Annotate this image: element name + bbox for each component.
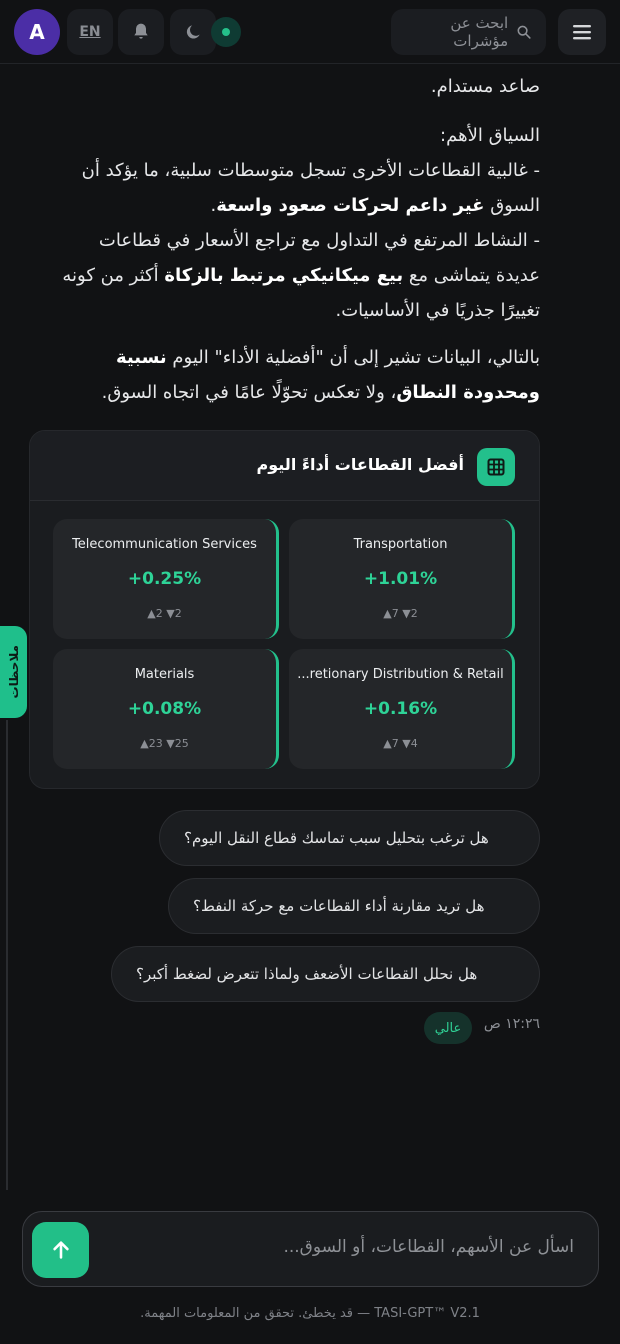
arrow-up-icon (52, 1241, 69, 1259)
sector-tile[interactable]: Transportation +1.01% ▲7 ▼2 (289, 519, 515, 639)
feedback-label: ملاحظات (6, 645, 21, 699)
send-button[interactable] (32, 1222, 89, 1278)
sector-advance-decline: ▲2 ▼2 (147, 607, 182, 620)
composer-placeholder: اسأل عن الأسهم، القطاعات، أو السوق... (283, 1237, 574, 1257)
confidence-badge: عالي (424, 1012, 472, 1044)
top-sectors-card: أفضل القطاعات أداءً اليوم Transportation… (29, 430, 540, 789)
footer-disclaimer: TASI-GPT™ V2.1 — قد يخطئ. تحقق من المعلو… (140, 1306, 480, 1321)
search-icon (517, 25, 531, 39)
sector-advance-decline: ▲7 ▼2 (383, 607, 418, 620)
table-icon (477, 448, 515, 486)
chat-composer[interactable]: اسأل عن الأسهم، القطاعات، أو السوق... (22, 1211, 599, 1287)
sector-name: Materials (134, 667, 195, 682)
message-timestamp: ١٢:٢٦ ص (483, 1016, 540, 1032)
notifications-button[interactable] (118, 9, 164, 55)
suggestion-chip[interactable]: هل ترغب بتحليل سبب تماسك قطاع النقل اليو… (159, 810, 540, 866)
search-input[interactable]: ابحث عن مؤشرات (391, 9, 546, 55)
sector-tile[interactable]: ...retionary Distribution & Retail +0.16… (289, 649, 515, 769)
menu-button[interactable] (558, 9, 606, 55)
card-header: أفضل القطاعات أداءً اليوم (30, 431, 539, 501)
sector-advance-decline: ▲23 ▼25 (140, 737, 189, 750)
suggestion-chip[interactable]: هل نحلل القطاعات الأضعف ولماذا تتعرض لضغ… (111, 946, 540, 1002)
sector-tile[interactable]: Telecommunication Services +0.25% ▲2 ▼2 (53, 519, 279, 639)
sector-advance-decline: ▲7 ▼4 (383, 737, 418, 750)
suggestion-chip[interactable]: هل تريد مقارنة أداء القطاعات مع حركة الن… (168, 878, 540, 934)
card-title: أفضل القطاعات أداءً اليوم (256, 455, 464, 474)
scroll-track (6, 720, 8, 1190)
search-placeholder: ابحث عن مؤشرات (450, 14, 509, 50)
sector-change: +0.08% (127, 699, 202, 719)
sector-change: +0.25% (127, 569, 202, 589)
sector-change: +0.16% (363, 699, 438, 719)
sector-name: ...retionary Distribution & Retail (297, 667, 504, 682)
live-status-indicator (211, 17, 241, 47)
message-line-1: صاعد مستدام. (430, 76, 540, 97)
menu-icon (573, 25, 591, 40)
moon-icon (186, 25, 200, 39)
conclusion-paragraph: بالتالي، البيانات تشير إلى أن "أفضلية ال… (101, 347, 540, 403)
sector-tile[interactable]: Materials +0.08% ▲23 ▼25 (53, 649, 279, 769)
bell-icon (134, 23, 148, 39)
context-paragraph-1: - غالبية القطاعات الأخرى تسجل متوسطات سل… (62, 160, 540, 321)
top-bar: A EN ابحث عن مؤشرات (0, 0, 620, 64)
language-toggle-button[interactable]: EN (67, 9, 113, 55)
sector-name: Telecommunication Services (72, 537, 257, 552)
sector-name: Transportation (353, 537, 448, 552)
theme-toggle-button[interactable] (170, 9, 216, 55)
feedback-side-tab[interactable]: ملاحظات (0, 626, 27, 718)
context-heading: السياق الأهم: (440, 125, 540, 146)
sector-change: +1.01% (363, 569, 438, 589)
user-avatar[interactable]: A (14, 9, 60, 55)
